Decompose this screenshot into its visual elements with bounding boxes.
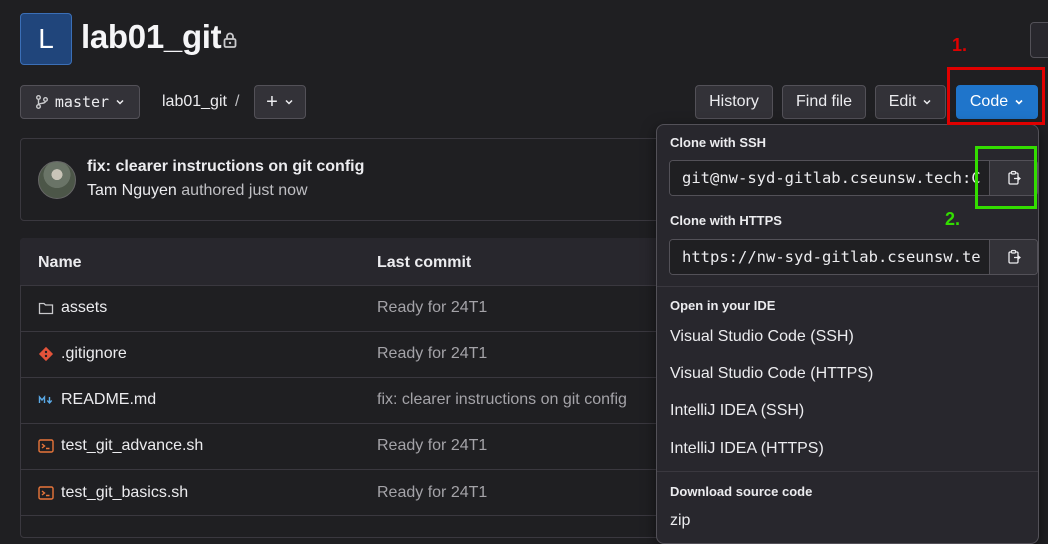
annotation-label-step-2: 2. — [945, 209, 961, 229]
file-name[interactable]: assets — [61, 299, 107, 317]
table-row[interactable] — [21, 286, 679, 332]
annotation-box-step-2 — [975, 146, 1037, 209]
dropdown-divider — [657, 471, 1038, 472]
project-avatar[interactable]: L — [20, 13, 72, 65]
breadcrumb-separator: / — [235, 93, 240, 110]
download-zip[interactable]: zip — [670, 512, 690, 530]
copy-icon — [1007, 249, 1021, 264]
open-in-ide-heading: Open in your IDE — [670, 298, 776, 313]
file-last-commit[interactable]: Ready for 24T1 — [377, 299, 487, 317]
clone-https-url-input[interactable] — [670, 240, 990, 274]
chevron-down-icon — [116, 99, 124, 105]
file-name[interactable]: README.md — [61, 391, 156, 409]
edit-button-label: Edit — [888, 93, 917, 110]
branch-icon — [35, 95, 48, 109]
annotation-box-step-1 — [947, 67, 1045, 125]
ide-intellij-https[interactable]: IntelliJ IDEA (HTTPS) — [670, 440, 824, 458]
ide-intellij-ssh[interactable]: IntelliJ IDEA (SSH) — [670, 402, 804, 420]
dropdown-divider — [657, 286, 1038, 287]
branch-name: master — [54, 93, 110, 111]
commit-authored-time: authored just now — [181, 182, 308, 199]
copy-https-url-button[interactable] — [989, 240, 1037, 274]
commit-author-line: Tam Nguyen authored just now — [87, 182, 308, 200]
file-last-commit[interactable]: fix: clearer instructions on git config — [377, 391, 627, 409]
column-header-name: Name — [38, 254, 82, 271]
project-title[interactable]: lab01_git — [81, 18, 222, 56]
clone-ssh-url-input[interactable] — [670, 161, 990, 195]
file-last-commit[interactable]: Ready for 24T1 — [377, 484, 487, 502]
chevron-down-icon — [285, 99, 293, 105]
clone-ssh-heading: Clone with SSH — [670, 135, 767, 150]
clone-https-group — [669, 239, 1038, 275]
file-table-header — [20, 238, 680, 286]
git-icon — [38, 346, 54, 362]
markdown-icon — [38, 395, 53, 405]
file-name[interactable]: test_git_advance.sh — [61, 437, 203, 455]
download-source-heading: Download source code — [670, 484, 813, 499]
shell-icon — [38, 486, 54, 500]
file-name[interactable]: .gitignore — [61, 345, 127, 363]
file-last-commit[interactable]: Ready for 24T1 — [377, 437, 487, 455]
file-name[interactable]: test_git_basics.sh — [61, 484, 188, 502]
last-commit-card — [20, 138, 680, 221]
project-actions-button[interactable] — [1030, 22, 1048, 58]
shell-icon — [38, 439, 54, 453]
ide-vscode-https[interactable]: Visual Studio Code (HTTPS) — [670, 365, 873, 383]
history-button[interactable]: History — [695, 85, 773, 119]
ide-vscode-ssh[interactable]: Visual Studio Code (SSH) — [670, 328, 854, 346]
file-last-commit[interactable]: Ready for 24T1 — [377, 345, 487, 363]
add-file-button[interactable]: + — [254, 85, 306, 119]
annotation-label-step-1: 1. — [952, 35, 968, 55]
branch-selector[interactable]: master — [20, 85, 140, 119]
clone-https-heading: Clone with HTTPS — [670, 213, 782, 228]
commit-title[interactable]: fix: clearer instructions on git config — [87, 158, 364, 176]
chevron-down-icon — [923, 99, 931, 105]
edit-button[interactable]: Edit — [875, 85, 946, 119]
find-file-button[interactable]: Find file — [782, 85, 866, 119]
plus-icon: + — [266, 91, 278, 113]
lock-icon — [223, 32, 237, 48]
column-header-last-commit: Last commit — [377, 254, 472, 271]
breadcrumb-root[interactable]: lab01_git — [162, 93, 227, 111]
commit-author-name[interactable]: Tam Nguyen — [87, 182, 177, 199]
folder-icon — [38, 302, 54, 315]
author-avatar[interactable] — [38, 161, 76, 199]
